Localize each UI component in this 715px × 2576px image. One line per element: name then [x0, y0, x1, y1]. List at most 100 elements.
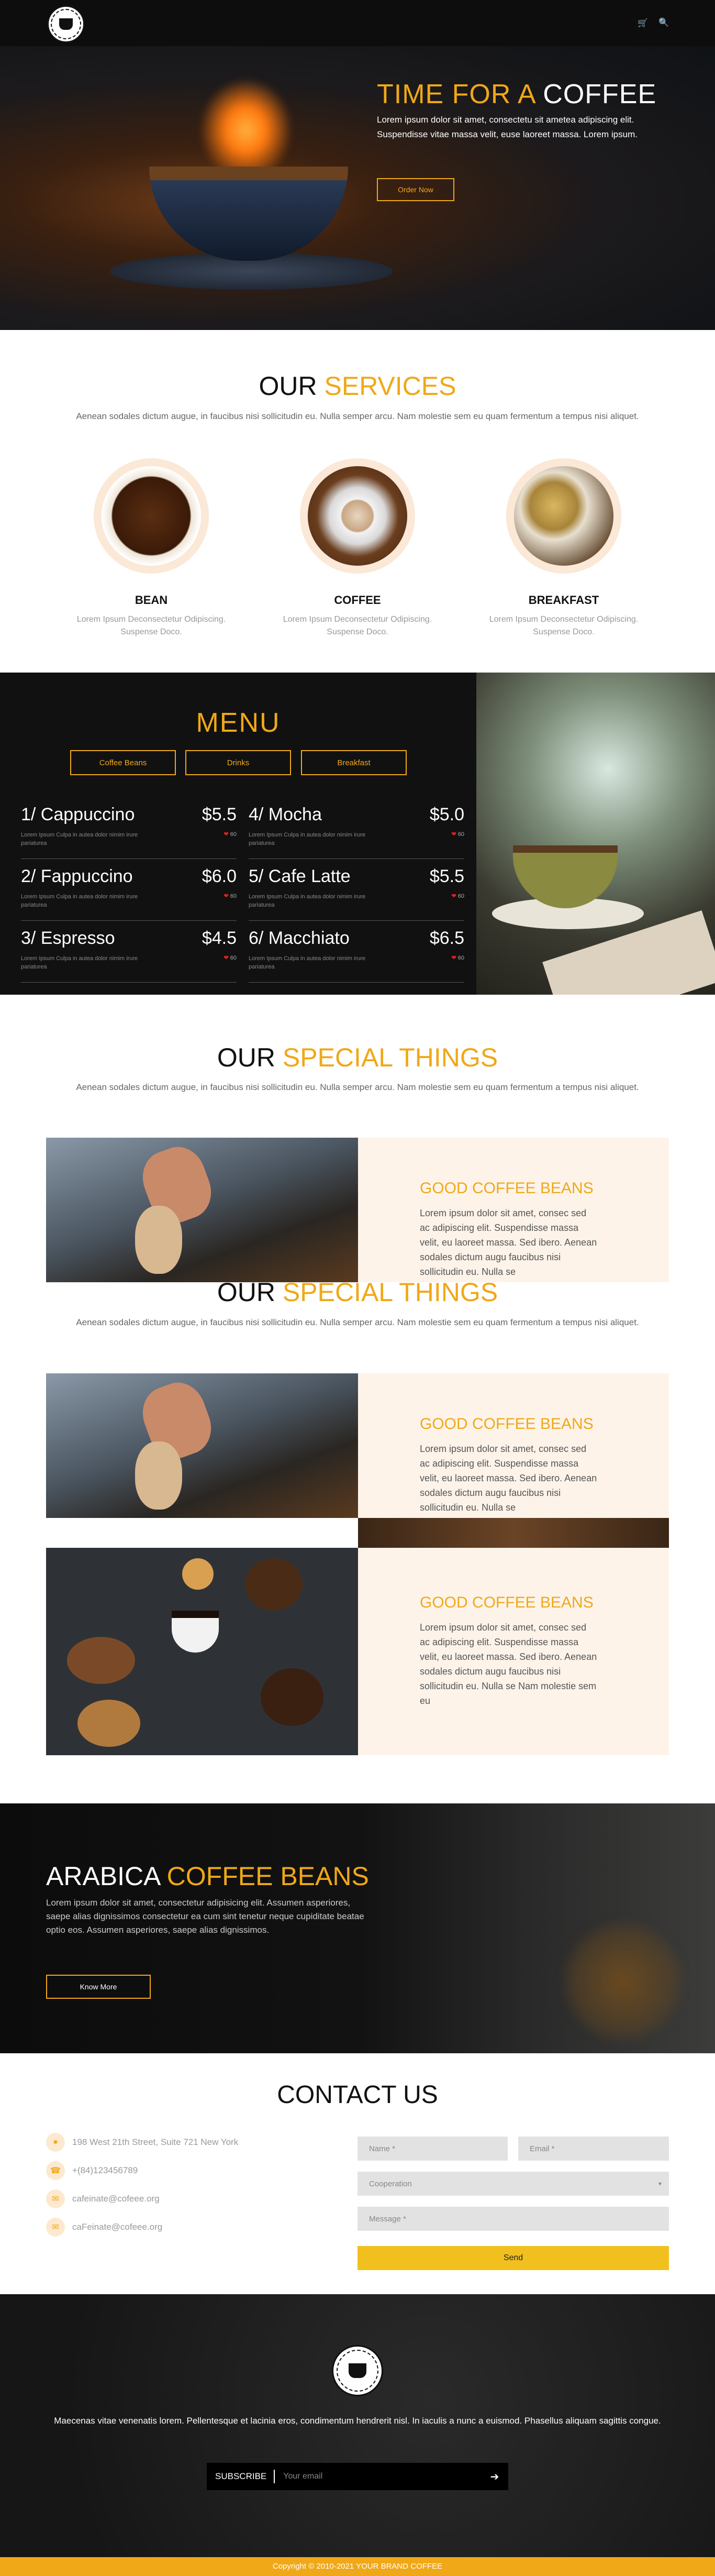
beans-bowl	[245, 1558, 303, 1611]
order-now-button[interactable]: Order Now	[377, 178, 454, 201]
menu-item[interactable]: 6/ Macchiato $6.5 Lorem Ipsum Culpa in a…	[249, 928, 464, 983]
contact-phone-text: +(84)123456789	[72, 2165, 138, 2175]
special-box-text: Lorem ipsum dolor sit amet, consec sed a…	[420, 1208, 597, 1277]
like-count[interactable]: ❤ 60	[451, 893, 464, 899]
cafe-table-photo	[476, 673, 715, 995]
contact-phone[interactable]: ☎ +(84)123456789	[46, 2160, 138, 2181]
heart-icon: ❤	[224, 831, 229, 838]
menu-item-description: Lorem Ipsum Culpa in autea dolor nimim i…	[21, 832, 138, 846]
service-text: Lorem Ipsum Deconsectetur Odipiscing. Su…	[76, 615, 226, 636]
logo-ring	[337, 2350, 378, 2392]
menu-item-name: 6/ Macchiato	[249, 928, 350, 948]
like-count[interactable]: ❤ 60	[224, 893, 237, 899]
menu-title: MENU	[196, 708, 281, 738]
special-box-text: Lorem ipsum dolor sit amet, consec sed a…	[420, 1622, 597, 1706]
tab-drinks[interactable]: Drinks	[185, 750, 291, 775]
select-value: Cooperation	[369, 2179, 412, 2188]
service-breakfast: BREAKFAST Lorem Ipsum Deconsectetur Odip…	[480, 458, 647, 639]
contact-email-text: cafeinate@cofeee.org	[72, 2194, 160, 2204]
message-field[interactable]: Message *	[358, 2207, 669, 2231]
name-field[interactable]: Name *	[358, 2137, 508, 2161]
service-name: COFFEE	[334, 593, 381, 607]
scoop-shape	[135, 1206, 182, 1274]
special-text-box: GOOD COFFEE BEANS Lorem ipsum dolor sit …	[358, 1373, 669, 1518]
tab-coffee-beans[interactable]: Coffee Beans	[70, 750, 176, 775]
contact-email[interactable]: ✉ cafeinate@cofeee.org	[46, 2188, 160, 2209]
search-icon[interactable]: 🔍	[658, 17, 669, 28]
cart-icon[interactable]: 🛒	[638, 18, 648, 28]
menu-item-price: $5.5	[202, 805, 237, 824]
ground-coffee-spoon	[67, 1637, 135, 1684]
services-title: OUR SERVICES	[259, 371, 456, 401]
menu-item-name: 2/ Fappuccino	[21, 866, 133, 886]
service-text: Lorem Ipsum Deconsectetur Odipiscing. Su…	[489, 615, 639, 636]
coffee-beans-strip-image	[358, 1518, 669, 1548]
like-count[interactable]: ❤ 60	[451, 954, 464, 961]
subscribe-email-input[interactable]: Your email	[275, 2472, 481, 2481]
special-title: OUR SPECIAL THINGS	[217, 1043, 498, 1072]
hero-cup-image	[149, 167, 348, 261]
contact-address-text: 198 West 21th Street, Suite 721 New York	[72, 2137, 239, 2147]
menu-item[interactable]: 5/ Cafe Latte $5.5 Lorem Ipsum Culpa in …	[249, 866, 464, 921]
cookie-shape	[182, 1558, 214, 1590]
special-text-box: GOOD COFFEE BEANS Lorem ipsum dolor sit …	[358, 1138, 669, 1282]
service-bean-image-frame	[94, 458, 209, 574]
service-text: Lorem Ipsum Deconsectetur Odipiscing. Su…	[283, 615, 432, 636]
bokeh-light	[565, 1924, 680, 2039]
know-more-button[interactable]: Know More	[46, 1975, 151, 1999]
like-count-value: 60	[457, 955, 464, 961]
top-nav-bar: 🛒 🔍	[0, 0, 715, 46]
menu-item[interactable]: 2/ Fappuccino $6.0 Lorem Ipsum Culpa in …	[21, 866, 237, 921]
menu-item-price: $6.0	[202, 866, 237, 886]
coffee-beans-image	[102, 466, 201, 566]
menu-item-price: $5.0	[429, 805, 464, 824]
hero-title: TIME FOR A COFFEE	[377, 79, 657, 109]
espresso-cup-shape	[172, 1611, 219, 1653]
arrow-right-icon[interactable]: ➔	[481, 2470, 508, 2483]
scoop-shape	[135, 1441, 182, 1510]
heart-icon: ❤	[224, 893, 229, 899]
special-box-title: GOOD COFFEE BEANS	[420, 1594, 594, 1611]
special-box-title: GOOD COFFEE BEANS	[420, 1180, 594, 1197]
menu-item-price: $6.5	[429, 928, 464, 948]
email-field[interactable]: Email *	[518, 2137, 669, 2161]
like-count-value: 60	[230, 893, 237, 899]
menu-item-description: Lorem Ipsum Culpa in autea dolor nimim i…	[21, 955, 138, 970]
special-box-title: GOOD COFFEE BEANS	[420, 1415, 594, 1433]
special-title-repeat: OUR SPECIAL THINGS	[217, 1278, 498, 1307]
menu-item[interactable]: 4/ Mocha $5.0 Lorem Ipsum Culpa in autea…	[249, 805, 464, 859]
like-count[interactable]: ❤ 60	[224, 831, 237, 838]
menu-item[interactable]: 1/ Cappuccino $5.5 Lorem Ipsum Culpa in …	[21, 805, 237, 859]
phone-icon: ☎	[46, 2161, 65, 2180]
beans-bowl	[261, 1668, 323, 1726]
menu-item-description: Lorem Ipsum Culpa in autea dolor nimim i…	[249, 832, 366, 846]
footer-description: Maecenas vitae venenatis lorem. Pellente…	[54, 2416, 661, 2426]
location-icon: ●	[46, 2133, 65, 2152]
footer-logo[interactable]	[332, 2345, 383, 2396]
tab-breakfast[interactable]: Breakfast	[301, 750, 407, 775]
like-count[interactable]: ❤ 60	[224, 954, 237, 961]
special-subtitle-repeat: Aenean sodales dictum augue, in faucibus…	[76, 1317, 639, 1327]
green-cup-image	[513, 845, 618, 908]
like-count[interactable]: ❤ 60	[451, 831, 464, 838]
copyright-bar: Copyright © 2010-2021 YOUR BRAND COFFEE	[0, 2557, 715, 2576]
service-name: BREAKFAST	[528, 593, 599, 607]
menu-item[interactable]: 3/ Espresso $4.5 Lorem Ipsum Culpa in au…	[21, 928, 237, 983]
breakfast-plate-image	[514, 466, 613, 566]
special-box-text: Lorem ipsum dolor sit amet, consec sed a…	[420, 1444, 597, 1513]
contact-email-2[interactable]: ✉ caFeinate@cofeee.org	[46, 2217, 162, 2238]
menu-item-name: 3/ Espresso	[21, 928, 115, 948]
special-text-box: GOOD COFFEE BEANS Lorem ipsum dolor sit …	[358, 1548, 669, 1755]
latte-cup-image	[308, 466, 407, 566]
brand-logo[interactable]	[47, 5, 85, 43]
menu-item-price: $5.5	[429, 866, 464, 886]
contact-email-text: caFeinate@cofeee.org	[72, 2222, 163, 2232]
menu-item-description: Lorem Ipsum Culpa in autea dolor nimim i…	[249, 894, 366, 908]
sugar-spoon	[77, 1700, 140, 1747]
contact-address: ● 198 West 21th Street, Suite 721 New Yor…	[46, 2132, 238, 2153]
hand-coffee-scoop-image	[46, 1373, 358, 1518]
send-button[interactable]: Send	[358, 2246, 669, 2270]
inquiry-type-select[interactable]: Cooperation ▾	[358, 2172, 669, 2196]
arabica-description: Lorem ipsum dolor sit amet, consectetur …	[46, 1898, 364, 1935]
service-coffee: COFFEE Lorem Ipsum Deconsectetur Odipisc…	[274, 458, 441, 639]
